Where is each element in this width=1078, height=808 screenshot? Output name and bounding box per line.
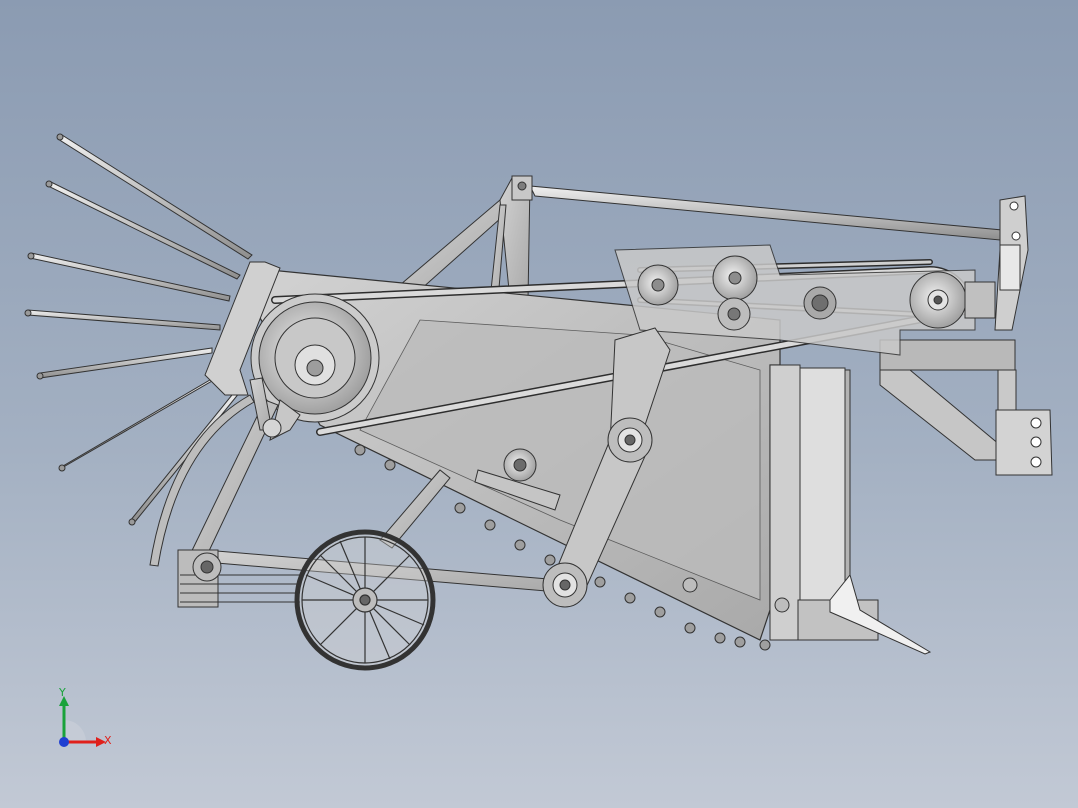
z-axis-dot bbox=[59, 737, 69, 747]
cad-viewport[interactable]: Y X bbox=[0, 0, 1078, 808]
y-axis-label: Y bbox=[58, 686, 66, 699]
coordinate-triad: Y X bbox=[58, 686, 112, 747]
support-truss bbox=[398, 177, 531, 301]
rear-hopper bbox=[769, 364, 932, 655]
x-axis-label: X bbox=[104, 734, 112, 747]
reel-tines bbox=[24, 133, 253, 526]
ground-wheel bbox=[294, 529, 436, 671]
harvester-model[interactable] bbox=[0, 0, 1078, 808]
hitch-bracket bbox=[879, 195, 1053, 476]
top-tie-rod bbox=[511, 175, 1003, 241]
